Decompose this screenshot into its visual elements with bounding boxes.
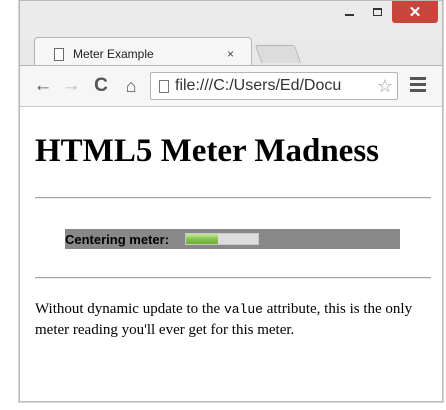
page-icon <box>54 47 64 61</box>
paragraph-text: Without dynamic update to the <box>35 301 224 317</box>
divider <box>35 197 431 199</box>
url-text[interactable]: file:///C:/Users/Ed/Docu <box>175 77 377 95</box>
page-content: HTML5 Meter Madness Centering meter: Wit… <box>20 107 442 401</box>
description-paragraph: Without dynamic update to the value attr… <box>35 299 433 341</box>
meter <box>185 233 260 245</box>
close-icon: ✕ <box>408 3 422 21</box>
minimize-button[interactable] <box>336 1 362 23</box>
maximize-icon <box>372 8 382 16</box>
meter-fill <box>186 234 219 244</box>
tab-title: Meter Example <box>73 47 154 61</box>
divider <box>35 277 431 279</box>
browser-window: ✕ Meter Example × ← → C ⌂ file:///C:/Use… <box>19 0 443 402</box>
home-icon[interactable]: ⌂ <box>120 74 142 98</box>
minimize-icon <box>344 14 354 16</box>
back-arrow-icon[interactable]: ← <box>32 74 54 98</box>
browser-toolbar: ← → C ⌂ file:///C:/Users/Ed/Docu ☆ <box>20 65 442 107</box>
bookmark-star-icon[interactable]: ☆ <box>377 76 397 97</box>
browser-tab-content: Meter Example × <box>54 43 244 65</box>
reload-icon[interactable]: C <box>90 74 112 98</box>
page-heading: HTML5 Meter Madness <box>35 133 380 169</box>
meter-row: Centering meter: <box>65 229 400 249</box>
code-value: value <box>223 302 263 317</box>
new-tab-button[interactable] <box>254 45 302 63</box>
title-bar: ✕ <box>20 1 442 41</box>
tab-close-icon[interactable]: × <box>227 47 234 61</box>
close-window-button[interactable]: ✕ <box>392 1 438 23</box>
menu-icon[interactable] <box>410 77 426 95</box>
address-bar[interactable]: file:///C:/Users/Ed/Docu ☆ <box>150 72 398 100</box>
maximize-button[interactable] <box>364 1 390 23</box>
meter-label: Centering meter: <box>65 231 170 247</box>
page-icon <box>159 79 169 93</box>
forward-arrow-icon[interactable]: → <box>60 74 82 98</box>
